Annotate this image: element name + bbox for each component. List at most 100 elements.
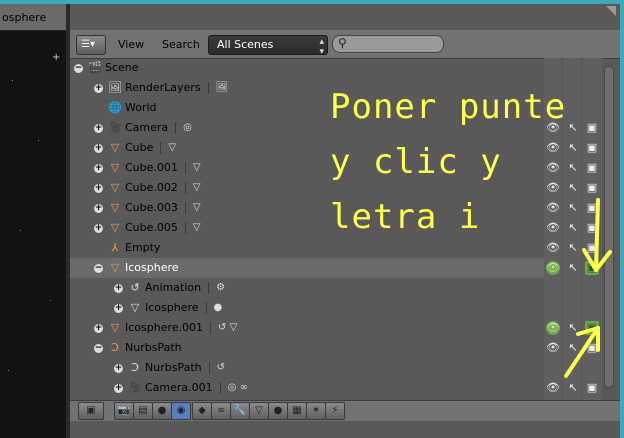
tree-item-label[interactable]: Cube.005	[125, 221, 178, 234]
renderable-camera-icon[interactable]: ▣	[585, 121, 599, 135]
expand-toggle-icon[interactable]: +	[94, 144, 103, 153]
expand-toggle-icon[interactable]: +	[94, 224, 103, 233]
tree-row[interactable]: ▽ Cube.002 ▽	[108, 178, 201, 198]
visibility-eye-icon[interactable]: 👁	[546, 181, 560, 195]
expand-toggle-icon[interactable]: +	[114, 304, 123, 313]
particles-tab-icon[interactable]: ✶	[306, 402, 326, 420]
tree-row[interactable]: 🎬 Scene	[88, 58, 139, 78]
tree-row[interactable]: 🎥 Camera ◎	[108, 118, 192, 138]
renderable-camera-icon[interactable]: ▣	[585, 321, 599, 335]
renderable-camera-icon[interactable]: ▣	[585, 221, 599, 235]
tree-item-label[interactable]: Cube.002	[125, 181, 178, 194]
selectable-cursor-icon[interactable]: ↖	[566, 381, 580, 395]
expand-toggle-icon[interactable]: +	[94, 324, 103, 333]
mesh-data-icon[interactable]: ▽	[193, 161, 201, 175]
search-input[interactable]: ⚲	[332, 35, 444, 53]
expand-toggle-icon[interactable]: +	[94, 204, 103, 213]
visibility-eye-icon[interactable]: 👁	[546, 321, 560, 335]
tree-row[interactable]: ↺ Animation ⚙	[128, 278, 225, 298]
selectable-cursor-icon[interactable]: ↖	[566, 121, 580, 135]
tree-row[interactable]: 🖼 RenderLayers 🖼	[108, 78, 228, 98]
selectable-cursor-icon[interactable]: ↖	[566, 341, 580, 355]
tree-row[interactable]: ▽ Icosphere.001 ↺ ▽	[108, 318, 237, 338]
collapse-toggle-icon[interactable]: −	[74, 64, 83, 73]
action-icon[interactable]: ⚙	[216, 281, 225, 295]
tree-item-label[interactable]: Scene	[105, 61, 139, 74]
renderable-camera-icon[interactable]: ▣	[585, 261, 599, 275]
tree-item-label[interactable]: Cube.001	[125, 161, 178, 174]
expand-toggle-icon[interactable]: +	[94, 124, 103, 133]
data-tab-icon[interactable]: ▽	[249, 402, 269, 420]
render-layer-icon[interactable]: 🖼	[216, 81, 229, 95]
constraints-tab-icon[interactable]: ∞	[211, 402, 231, 420]
editor-type-button[interactable]: ☰▾	[76, 35, 106, 55]
menu-view[interactable]: View	[118, 38, 144, 51]
tree-item-label[interactable]: Cube.003	[125, 201, 178, 214]
selectable-cursor-icon[interactable]: ↖	[566, 181, 580, 195]
collapse-toggle-icon[interactable]: −	[94, 344, 103, 353]
tree-item-label[interactable]: NurbsPath	[145, 361, 202, 374]
visibility-eye-icon[interactable]: 👁	[546, 161, 560, 175]
tree-item-label[interactable]: Empty	[125, 241, 160, 254]
mesh-data-icon[interactable]: ▽	[193, 181, 201, 195]
visibility-eye-icon[interactable]: 👁	[546, 221, 560, 235]
tree-row[interactable]: Ↄ NurbsPath	[108, 338, 182, 358]
scene-tab-icon[interactable]: ●	[152, 402, 172, 420]
tree-row[interactable]: 🌐 World	[108, 98, 157, 118]
expand-toggle-icon[interactable]: +	[94, 164, 103, 173]
modifiers-tab-icon[interactable]: 🔧	[230, 402, 250, 420]
menu-search[interactable]: Search	[162, 38, 200, 51]
tree-item-label[interactable]: Icosphere	[125, 261, 179, 274]
object-tab-icon[interactable]: ◆	[192, 402, 212, 420]
selectable-cursor-icon[interactable]: ↖	[566, 321, 580, 335]
tree-row[interactable]: 🎥 Camera.001 ◎ ∞	[128, 378, 248, 398]
camera-data-icon[interactable]: ◎	[183, 121, 192, 135]
scrollbar-thumb[interactable]	[604, 66, 614, 388]
mesh-data-icon[interactable]: ▽	[193, 221, 201, 235]
renderable-camera-icon[interactable]: ▣	[585, 201, 599, 215]
animation-mesh-icon[interactable]: ↺ ▽	[218, 321, 237, 335]
mesh-data-icon[interactable]: ▽	[193, 201, 201, 215]
mesh-data-icon[interactable]: ▽	[168, 141, 176, 155]
curve-icon[interactable]: ↺	[217, 361, 225, 375]
physics-tab-icon[interactable]: ⚡	[325, 402, 345, 420]
render-layers-tab-icon[interactable]: ▤	[133, 402, 153, 420]
world-tab-icon[interactable]: ◉	[171, 402, 191, 420]
material-icon[interactable]: ●	[214, 301, 223, 315]
visibility-eye-icon[interactable]: 👁	[546, 261, 560, 275]
expand-toggle-icon[interactable]: +	[114, 364, 123, 373]
renderable-camera-icon[interactable]: ▣	[585, 161, 599, 175]
area-corner-icon[interactable]	[606, 6, 616, 16]
selectable-cursor-icon[interactable]: ↖	[566, 161, 580, 175]
expand-toggle-icon[interactable]: +	[114, 284, 123, 293]
tree-row[interactable]: ▽ Cube.003 ▽	[108, 198, 201, 218]
renderable-camera-icon[interactable]: ▣	[585, 381, 599, 395]
selectable-cursor-icon[interactable]: ↖	[566, 221, 580, 235]
display-mode-dropdown[interactable]: All Scenes ▴ ▾	[208, 35, 328, 57]
visibility-eye-icon[interactable]: 👁	[546, 241, 560, 255]
collapse-toggle-icon[interactable]: −	[94, 264, 103, 273]
tree-item-label[interactable]: Cube	[125, 141, 153, 154]
renderable-camera-icon[interactable]: ▣	[585, 181, 599, 195]
material-tab-icon[interactable]: ●	[268, 402, 288, 420]
visibility-eye-icon[interactable]: 👁	[546, 381, 560, 395]
tree-row[interactable]: ▽ Icosphere ●	[128, 298, 222, 318]
selectable-cursor-icon[interactable]: ↖	[566, 261, 580, 275]
tree-item-label[interactable]: Icosphere	[145, 301, 199, 314]
visibility-eye-icon[interactable]: 👁	[546, 141, 560, 155]
tree-item-label[interactable]: Animation	[145, 281, 201, 294]
expand-toggle-icon[interactable]: +	[94, 84, 103, 93]
visibility-eye-icon[interactable]: 👁	[546, 341, 560, 355]
tree-item-label[interactable]: Camera	[125, 121, 168, 134]
tree-row[interactable]: ⅄ Empty	[108, 238, 161, 258]
tree-item-label[interactable]: World	[125, 101, 157, 114]
visibility-eye-icon[interactable]: 👁	[546, 201, 560, 215]
tree-item-label[interactable]: Camera.001	[145, 381, 213, 394]
tree-item-label[interactable]: Icosphere.001	[125, 321, 203, 334]
render-tab-icon[interactable]: 📷	[114, 402, 134, 420]
tree-row[interactable]: ▽ Cube.001 ▽	[108, 158, 201, 178]
renderable-camera-icon[interactable]: ▣	[585, 341, 599, 355]
tree-item-label[interactable]: NurbsPath	[125, 341, 182, 354]
camera-data-link-icon[interactable]: ◎ ∞	[228, 381, 248, 395]
3d-viewport[interactable]	[0, 4, 66, 438]
